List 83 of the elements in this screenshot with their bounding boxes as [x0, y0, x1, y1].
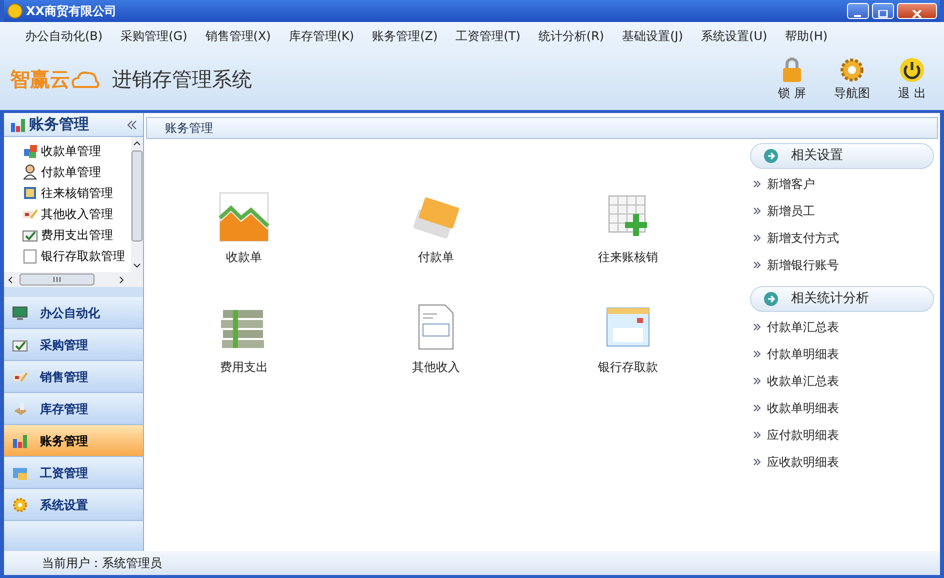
sidebar-title: 账务管理 [29, 114, 90, 136]
menu-item[interactable]: 库存管理(K) [280, 25, 364, 47]
link[interactable]: 收款单明细表 [767, 399, 839, 417]
link[interactable]: 新增员工 [767, 202, 815, 220]
double-chevron-icon [753, 458, 761, 466]
menu-item[interactable]: 办公自动化(B) [16, 25, 112, 47]
tile-button[interactable]: 收款单 [174, 191, 314, 267]
document-icon [22, 248, 38, 264]
menu-item[interactable]: 销售管理(X) [196, 25, 280, 47]
link[interactable]: 新增银行账号 [767, 256, 839, 274]
link[interactable]: 新增客户 [767, 175, 815, 193]
menu-item[interactable]: 账务管理(Z) [363, 25, 447, 47]
app-icon [7, 3, 23, 19]
sidebar-nav-item[interactable]: 办公自动化 [4, 297, 143, 329]
maximize-button[interactable] [872, 3, 894, 19]
tree-item[interactable]: 付款单管理 [4, 161, 101, 182]
breadcrumb-bar: 账务管理 [146, 117, 938, 139]
tree-item[interactable]: 往来核销管理 [4, 182, 113, 203]
maximize-icon [878, 10, 888, 18]
sidebar-nav-item[interactable]: 销售管理 [4, 361, 143, 393]
window-title: XX商贸有限公司 [26, 3, 118, 20]
double-chevron-icon [753, 180, 761, 188]
sidebar-nav-item[interactable]: 采购管理 [4, 329, 143, 361]
arrow-circle-icon [763, 148, 779, 164]
sidebar-nav-item[interactable]: 库存管理 [4, 393, 143, 425]
menu-item[interactable]: 帮助(H) [776, 25, 837, 47]
person-icon [22, 164, 38, 180]
tile-button[interactable]: 往来账核销 [558, 191, 698, 267]
tile-button[interactable]: 费用支出 [174, 301, 314, 377]
power-icon [898, 56, 926, 84]
link[interactable]: 应付款明细表 [767, 426, 839, 444]
close-icon [912, 10, 922, 18]
double-chevron-icon [753, 323, 761, 331]
sidebar-nav-item[interactable]: 工资管理 [4, 457, 143, 489]
link[interactable]: 新增支付方式 [767, 229, 839, 247]
double-chevron-icon [753, 234, 761, 242]
section-header: 相关设置 [750, 143, 934, 169]
logo: 智赢云 [10, 66, 70, 92]
frame-icon [22, 184, 38, 200]
collapse-icon[interactable] [127, 120, 137, 130]
tile-button[interactable]: 付款单 [366, 191, 506, 267]
menu-item[interactable]: 基础设置(J) [613, 25, 692, 47]
tree-item[interactable]: 费用支出管理 [4, 224, 113, 245]
menu-item[interactable]: 工资管理(T) [446, 25, 530, 47]
monitor-icon [12, 304, 28, 320]
cloud-icon [70, 68, 100, 88]
tree-item[interactable]: 收款单管理 [4, 140, 101, 161]
box-icon [12, 400, 28, 416]
menu-item[interactable]: 采购管理(G) [112, 25, 196, 47]
app-title: 进销存管理系统 [112, 66, 253, 92]
sidebar-nav-item[interactable]: 系统设置 [4, 489, 143, 521]
link[interactable]: 应收款明细表 [767, 453, 839, 471]
link[interactable]: 收款单汇总表 [767, 372, 839, 390]
double-chevron-icon [753, 404, 761, 412]
gear-icon [12, 496, 28, 512]
section-header: 相关统计分析 [750, 286, 934, 312]
bar-chart-icon [12, 432, 28, 448]
tile-button[interactable]: 银行存取款 [558, 301, 698, 377]
double-chevron-icon [753, 350, 761, 358]
double-chevron-icon [753, 207, 761, 215]
sidebar-nav-item[interactable]: 账务管理 [4, 425, 143, 457]
link[interactable]: 付款单汇总表 [767, 318, 839, 336]
splitter-grip[interactable] [4, 287, 143, 297]
menu-item[interactable]: 统计分析(R) [529, 25, 614, 47]
bar-chart-icon [10, 116, 26, 132]
double-chevron-icon [753, 431, 761, 439]
double-chevron-icon [753, 261, 761, 269]
tile-button[interactable]: 其他收入 [366, 301, 506, 377]
tree-item[interactable]: 其他收入管理 [4, 203, 113, 224]
gear-icon [838, 56, 866, 84]
toolbar-button[interactable]: 退 出 [884, 56, 940, 102]
area-chart-icon [219, 192, 269, 242]
double-chevron-icon [753, 377, 761, 385]
toolbar-button[interactable]: 锁 屏 [764, 56, 820, 102]
link[interactable]: 付款单明细表 [767, 345, 839, 363]
toolbar-button[interactable]: 导航图 [820, 56, 884, 102]
arrow-circle-icon [763, 291, 779, 307]
tree-item[interactable]: 银行存取款管理 [4, 245, 125, 266]
menu-item[interactable]: 系统设置(U) [692, 25, 776, 47]
close-button[interactable] [897, 3, 937, 19]
minimize-button[interactable] [847, 3, 869, 19]
status-text: 当前用户：系统管理员 [42, 555, 162, 572]
cubes-icon [22, 142, 38, 158]
